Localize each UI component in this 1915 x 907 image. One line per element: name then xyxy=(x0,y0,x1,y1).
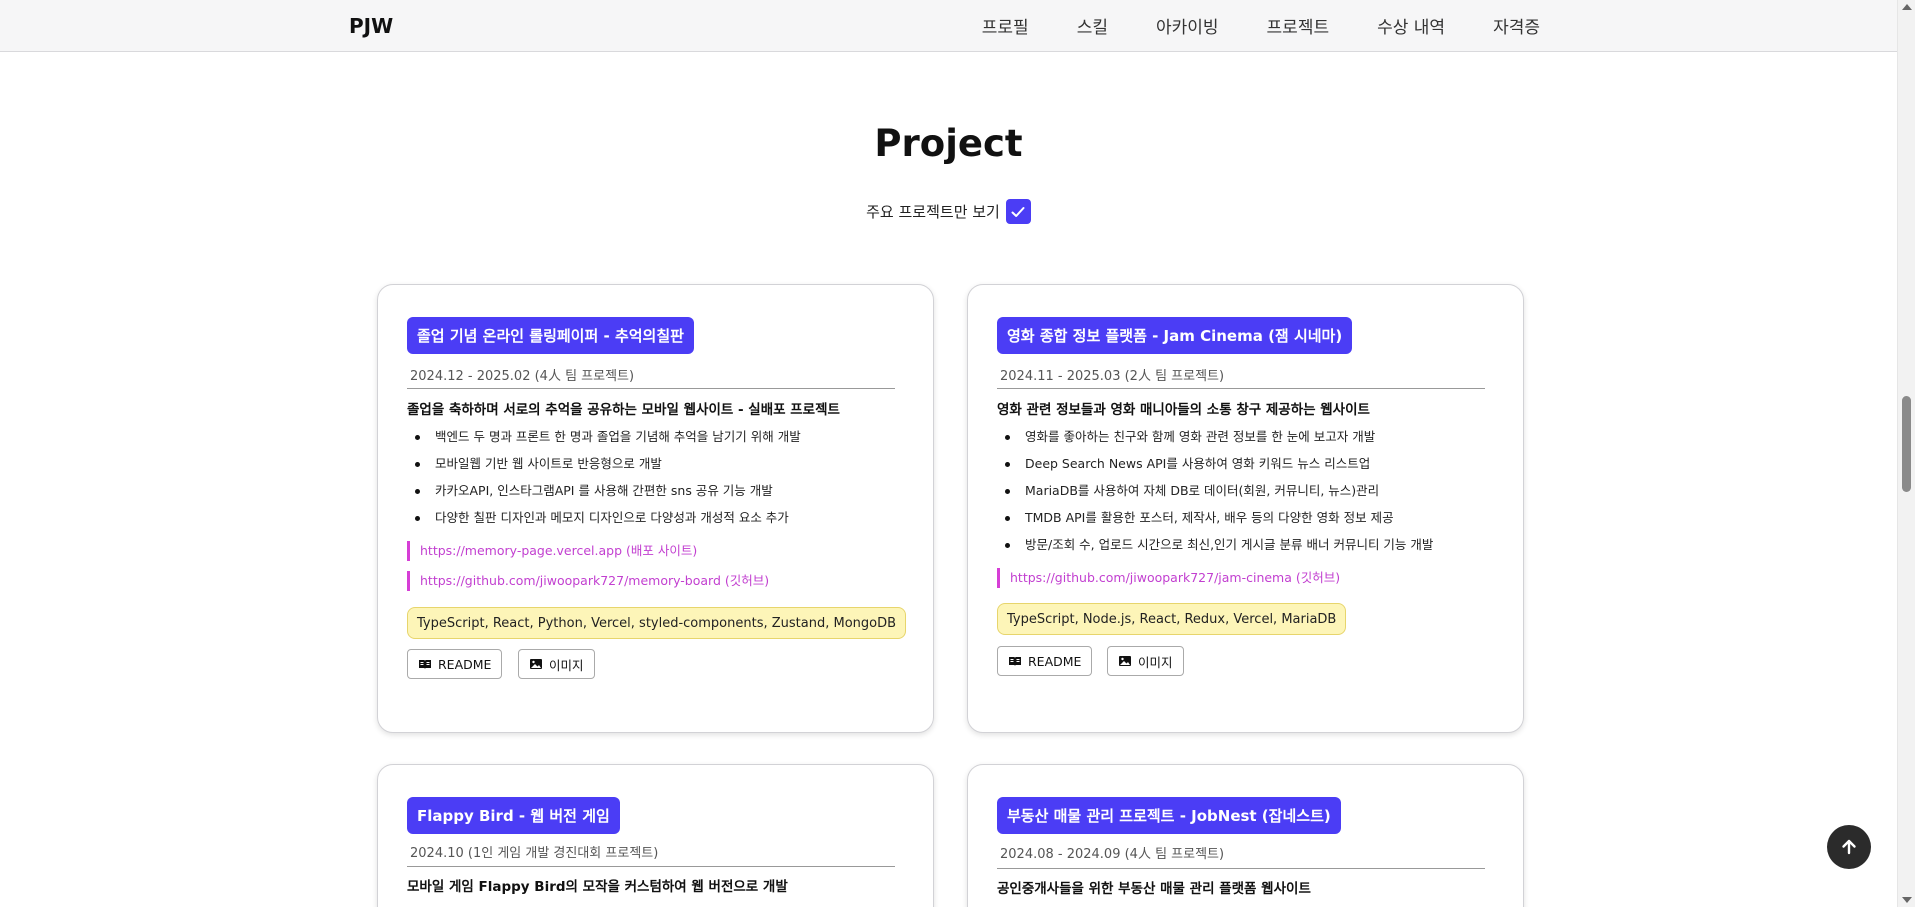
brand-logo[interactable]: PJW xyxy=(349,14,393,38)
image-button-label: 이미지 xyxy=(1138,654,1173,670)
list-item: 영화를 좋아하는 친구와 함께 영화 관련 정보를 한 눈에 보고자 개발 xyxy=(997,428,1433,455)
image-icon xyxy=(530,659,542,669)
featured-toggle: 주요 프로젝트만 보기 xyxy=(0,199,1897,224)
scroll-down-arrow-icon[interactable] xyxy=(1902,897,1912,903)
scrollbar-thumb[interactable] xyxy=(1902,396,1911,492)
list-item: 다양한 칠판 디자인과 메모지 디자인으로 다양성과 개성적 요소 추가 xyxy=(407,509,801,536)
project-bullets: 영화를 좋아하는 친구와 함께 영화 관련 정보를 한 눈에 보고자 개발 De… xyxy=(997,428,1433,563)
project-link-deploy[interactable]: https://memory-page.vercel.app (배포 사이트) xyxy=(407,541,697,561)
project-description: 영화 관련 정보들과 영화 매니아들의 소통 창구 제공하는 웹사이트 xyxy=(997,402,1370,418)
list-item: 카카오API, 인스타그램API 를 사용해 간편한 sns 공유 기능 개발 xyxy=(407,482,801,509)
nav-link-project[interactable]: 프로젝트 xyxy=(1267,13,1330,38)
list-item: 백엔드 두 명과 프론트 한 명과 졸업을 기념해 추억을 남기기 위해 개발 xyxy=(407,428,801,455)
project-period: 2024.08 - 2024.09 (4人 팀 프로젝트) xyxy=(1000,847,1225,862)
list-item: 모바일웹 기반 웹 사이트로 반응형으로 개발 xyxy=(407,455,801,482)
image-button[interactable]: 이미지 xyxy=(518,649,595,679)
nav-links: 프로필 스킬 아카이빙 프로젝트 수상 내역 자격증 xyxy=(934,13,1540,38)
divider xyxy=(997,868,1485,869)
project-card: Flappy Bird - 웹 버전 게임 2024.10 (1인 게임 개발 … xyxy=(377,764,934,907)
project-title: 부동산 매물 관리 프로젝트 - JobNest (잡네스트) xyxy=(997,797,1341,834)
tech-stack-badge: TypeScript, React, Python, Vercel, style… xyxy=(407,607,907,639)
project-link-github[interactable]: https://github.com/jiwoopark727/memory-b… xyxy=(407,571,769,591)
scroll-to-top-button[interactable] xyxy=(1827,825,1871,869)
image-icon xyxy=(1119,656,1131,666)
list-item: 방문/조회 수, 업로드 시간으로 최신,인기 게시글 분류 배너 커뮤니티 기… xyxy=(997,536,1433,563)
project-card: 부동산 매물 관리 프로젝트 - JobNest (잡네스트) 2024.08 … xyxy=(967,764,1524,907)
check-icon xyxy=(1011,206,1025,217)
nav-link-skill[interactable]: 스킬 xyxy=(1077,13,1108,38)
nav-link-archiving[interactable]: 아카이빙 xyxy=(1156,13,1219,38)
nav-link-profile[interactable]: 프로필 xyxy=(982,13,1029,38)
image-button[interactable]: 이미지 xyxy=(1107,646,1184,676)
project-period: 2024.11 - 2025.03 (2人 팀 프로젝트) xyxy=(1000,369,1225,384)
readme-button[interactable]: README xyxy=(997,646,1093,676)
project-description: 공인중개사들을 위한 부동산 매물 관리 플랫폼 웹사이트 xyxy=(997,881,1311,897)
project-card: 졸업 기념 온라인 롤링페이퍼 - 추억의칠판 2024.12 - 2025.0… xyxy=(377,284,934,733)
project-card: 영화 종합 정보 플랫폼 - Jam Cinema (잼 시네마) 2024.1… xyxy=(967,284,1524,733)
top-navbar: PJW 프로필 스킬 아카이빙 프로젝트 수상 내역 자격증 xyxy=(0,0,1897,52)
project-title: Flappy Bird - 웹 버전 게임 xyxy=(407,797,620,834)
project-period: 2024.10 (1인 게임 개발 경진대회 프로젝트) xyxy=(410,846,659,861)
scroll-up-arrow-icon[interactable] xyxy=(1902,4,1912,10)
readme-button-label: README xyxy=(1028,653,1082,669)
project-period: 2024.12 - 2025.02 (4人 팀 프로젝트) xyxy=(410,369,635,384)
book-icon xyxy=(419,660,431,669)
readme-button-label: README xyxy=(438,656,492,672)
tech-stack-badge: TypeScript, Node.js, React, Redux, Verce… xyxy=(997,603,1347,635)
page-scrollbar[interactable] xyxy=(1897,0,1915,907)
readme-button[interactable]: README xyxy=(407,649,503,679)
image-button-label: 이미지 xyxy=(549,657,584,673)
project-title: 영화 종합 정보 플랫폼 - Jam Cinema (잼 시네마) xyxy=(997,317,1353,354)
divider xyxy=(997,388,1485,389)
divider xyxy=(407,866,895,867)
project-bullets: 백엔드 두 명과 프론트 한 명과 졸업을 기념해 추억을 남기기 위해 개발 … xyxy=(407,428,801,536)
section-title: Project xyxy=(874,122,1023,165)
project-description: 졸업을 축하하며 서로의 추억을 공유하는 모바일 웹사이트 - 실배포 프로젝… xyxy=(407,402,840,418)
divider xyxy=(407,388,895,389)
project-description: 모바일 게임 Flappy Bird의 모작을 커스텀하여 웹 버전으로 개발 xyxy=(407,879,788,895)
featured-checkbox[interactable] xyxy=(1005,199,1031,224)
arrow-up-icon xyxy=(1842,839,1856,855)
project-title: 졸업 기념 온라인 롤링페이퍼 - 추억의칠판 xyxy=(407,317,694,354)
featured-toggle-label: 주요 프로젝트만 보기 xyxy=(866,203,1000,221)
nav-link-certificates[interactable]: 자격증 xyxy=(1493,13,1540,38)
book-icon xyxy=(1009,657,1021,666)
project-link-github[interactable]: https://github.com/jiwoopark727/jam-cine… xyxy=(997,568,1340,588)
list-item: MariaDB를 사용하여 자체 DB로 데이터(회원, 커뮤니티, 뉴스)관리 xyxy=(997,482,1433,509)
nav-link-awards[interactable]: 수상 내역 xyxy=(1377,13,1445,38)
list-item: Deep Search News API를 사용하여 영화 키워드 뉴스 리스트… xyxy=(997,455,1433,482)
list-item: TMDB API를 활용한 포스터, 제작사, 배우 등의 다양한 영화 정보 … xyxy=(997,509,1433,536)
